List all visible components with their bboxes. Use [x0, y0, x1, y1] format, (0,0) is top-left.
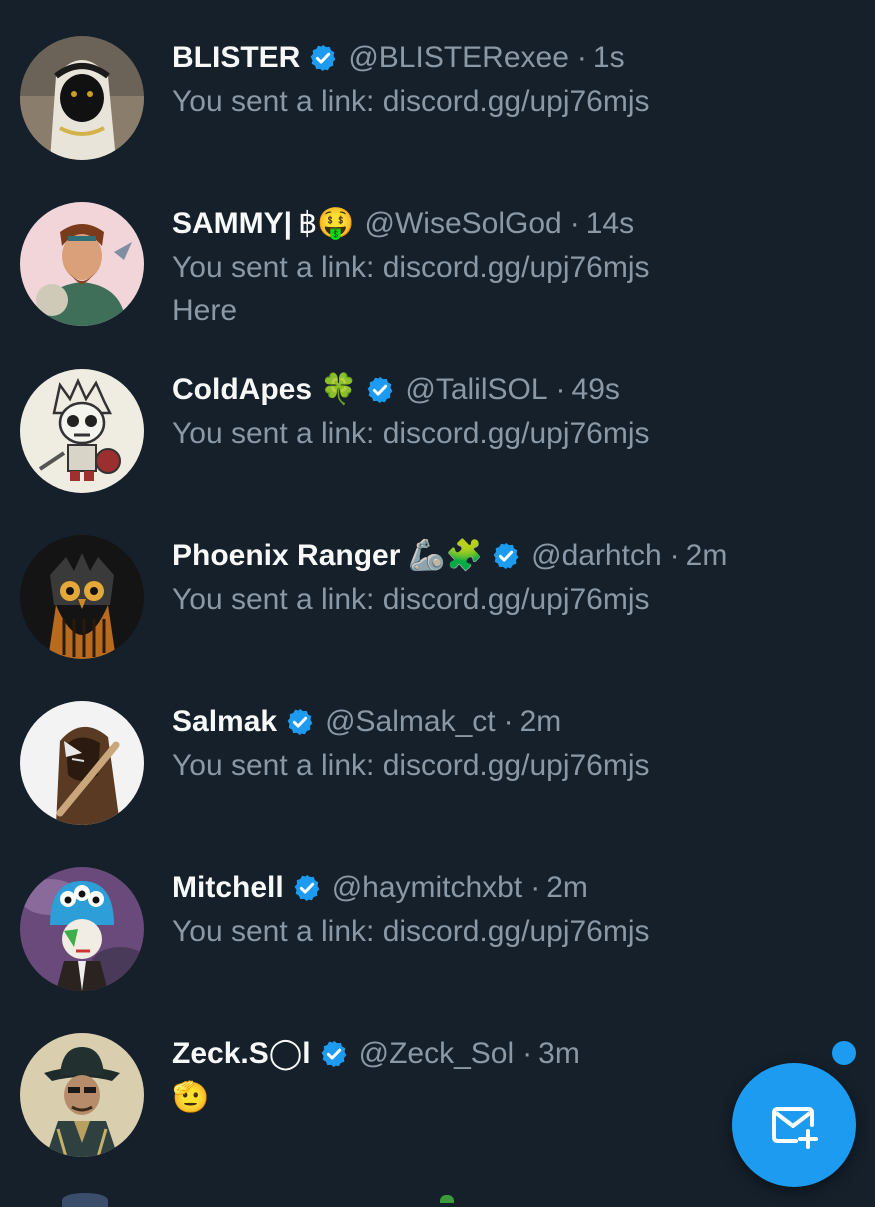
display-name: SAMMY| [172, 207, 293, 240]
display-name: ColdApes [172, 373, 313, 406]
separator-dot: · [530, 871, 541, 904]
skeleton-knight-avatar[interactable] [20, 369, 144, 493]
timestamp: 14s [585, 207, 635, 240]
separator-dot: · [569, 207, 580, 240]
timestamp: 2m [546, 871, 588, 904]
conversation-content: SAMMY| ฿🤑 @WiseSolGod · 14s You sent a l… [172, 202, 855, 332]
verified-badge-icon [321, 1040, 347, 1068]
conversation-content: Phoenix Ranger 🦾🧩 @darhtch · 2m You sent… [172, 534, 855, 621]
conversation-content: Mitchell @haymitchxbt · 2m You sent a li… [172, 866, 855, 953]
user-handle: @Zeck_Sol [358, 1037, 515, 1070]
conversation-content: Salmak @Salmak_ct · 2m You sent a link: … [172, 700, 855, 787]
new-message-icon [772, 1107, 818, 1149]
conversation-content: BLISTER @BLISTERexee · 1s You sent a lin… [172, 36, 855, 123]
user-handle: @WiseSolGod [364, 207, 562, 240]
conversation-header: SAMMY| ฿🤑 @WiseSolGod · 14s [172, 202, 855, 246]
user-handle: @Salmak_ct [325, 705, 496, 738]
message-preview-line: Here [172, 294, 238, 327]
conversation-row[interactable]: Phoenix Ranger 🦾🧩 @darhtch · 2m You sent… [0, 515, 875, 681]
monster-hat-avatar[interactable] [20, 867, 144, 991]
message-preview: You sent a link: discord.gg/upj76mjs [172, 85, 650, 118]
separator-dot: · [555, 373, 566, 406]
bearded-warrior-avatar[interactable] [20, 202, 144, 326]
conversation-row[interactable]: BLISTER @BLISTERexee · 1s You sent a lin… [0, 17, 875, 183]
conversation-row[interactable]: ColdApes 🍀 @TalilSOL · 49s You sent a li… [0, 349, 875, 515]
notification-dot [832, 1041, 856, 1065]
timestamp: 3m [538, 1037, 580, 1070]
timestamp: 2m [519, 705, 562, 738]
conversation-content: ColdApes 🍀 @TalilSOL · 49s You sent a li… [172, 368, 855, 455]
timestamp: 1s [592, 41, 625, 74]
conversation-header: Zeck.S◯l @Zeck_Sol · 3m [172, 1032, 855, 1076]
message-preview: You sent a link: discord.gg/upj76mjs [172, 915, 650, 948]
conversation-header: ColdApes 🍀 @TalilSOL · 49s [172, 368, 855, 412]
verified-badge-icon [310, 44, 336, 72]
message-preview: You sent a link: discord.gg/upj76mjs [172, 749, 650, 782]
display-name: Mitchell [172, 871, 284, 904]
new-message-button[interactable] [732, 1063, 856, 1187]
user-handle: @haymitchxbt [331, 871, 523, 904]
conversation-header: BLISTER @BLISTERexee · 1s [172, 36, 855, 80]
message-preview: You sent a link: discord.gg/upj76mjs [172, 251, 650, 284]
conversation-row[interactable]: Salmak @Salmak_ct · 2m You sent a link: … [0, 681, 875, 847]
timestamp: 2m [685, 539, 728, 572]
separator-dot: · [576, 41, 587, 74]
separator-dot: · [503, 705, 514, 738]
display-name: Phoenix Ranger [172, 539, 401, 572]
separator-dot: · [669, 539, 680, 572]
verified-badge-icon [368, 376, 393, 404]
display-name: Salmak [172, 705, 278, 738]
display-name-emoji: 🦾🧩 [408, 538, 484, 573]
separator-dot: · [522, 1037, 533, 1070]
cat-in-headscarf-avatar[interactable] [20, 36, 144, 160]
conversation-header: Mitchell @haymitchxbt · 2m [172, 866, 855, 910]
hooded-figure-avatar[interactable] [20, 701, 144, 825]
message-preview: You sent a link: discord.gg/upj76mjs [172, 417, 650, 450]
display-name-emoji: 🍀 [320, 372, 358, 407]
display-name: Zeck.S◯l [172, 1037, 311, 1070]
detective-hat-avatar[interactable] [20, 1033, 144, 1157]
display-name: BLISTER [172, 41, 301, 74]
user-handle: @BLISTERexee [348, 41, 569, 74]
conversation-header: Salmak @Salmak_ct · 2m [172, 700, 855, 744]
conversation-header: Phoenix Ranger 🦾🧩 @darhtch · 2m [172, 534, 855, 578]
conversation-row[interactable]: SAMMY| ฿🤑 @WiseSolGod · 14s You sent a l… [0, 183, 875, 349]
verified-badge-icon [287, 708, 313, 736]
conversation-row[interactable]: Mitchell @haymitchxbt · 2m You sent a li… [0, 847, 875, 1013]
user-handle: @darhtch [531, 539, 662, 572]
display-name-emoji: ฿🤑 [298, 206, 355, 241]
verified-badge-icon [294, 874, 320, 902]
timestamp: 49s [571, 373, 620, 406]
owl-avatar[interactable] [20, 535, 144, 659]
message-preview: You sent a link: discord.gg/upj76mjs [172, 583, 650, 616]
next-row-avatar [62, 1193, 108, 1207]
verified-badge-icon [493, 542, 519, 570]
next-row-emoji [440, 1195, 454, 1203]
user-handle: @TalilSOL [405, 373, 548, 406]
